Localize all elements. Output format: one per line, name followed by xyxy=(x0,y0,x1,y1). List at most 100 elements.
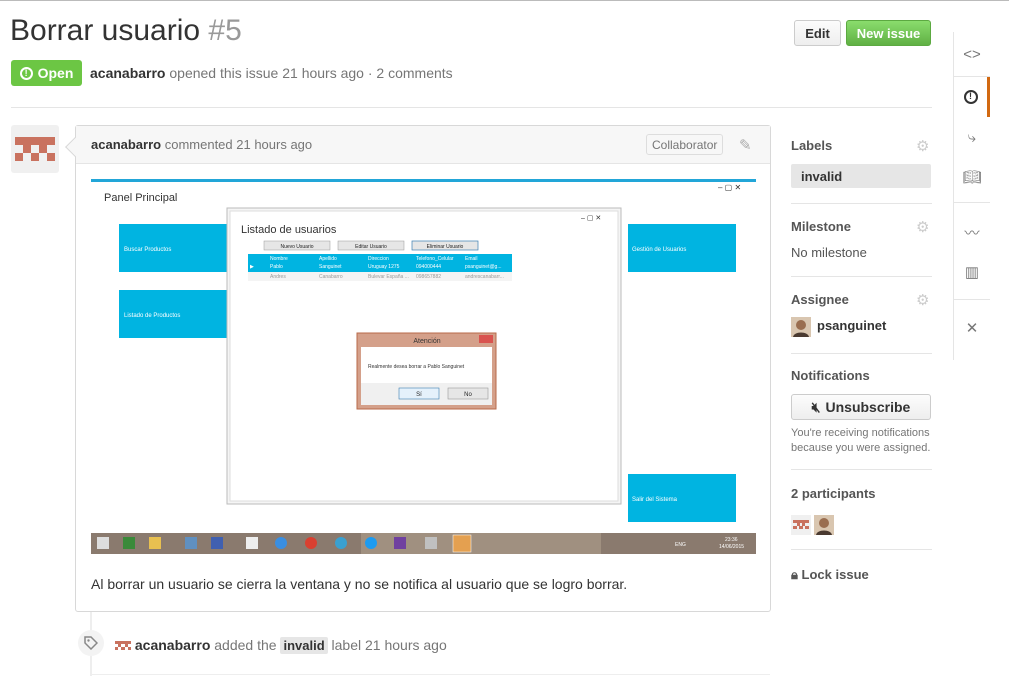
unsubscribe-label: Unsubscribe xyxy=(825,399,911,415)
svg-text:Nombre: Nombre xyxy=(270,256,288,262)
event-actor-link[interactable]: acanabarro xyxy=(135,637,210,653)
nav-divider xyxy=(954,299,990,300)
book-icon[interactable]: 📖︎ xyxy=(954,157,990,197)
issue-meta-text: opened this issue 21 hours ago · 2 comme… xyxy=(169,65,453,81)
notifications-note: You're receiving notifications because y… xyxy=(791,427,931,454)
svg-text:23:36: 23:36 xyxy=(725,537,738,543)
svg-text:Editar Usuario: Editar Usuario xyxy=(355,244,387,250)
gear-icon[interactable]: ⚙ xyxy=(916,137,929,155)
milestone-heading: Milestone xyxy=(791,219,851,234)
pencil-icon[interactable]: ✎ xyxy=(739,136,755,154)
issue-opened-icon: ! xyxy=(19,66,33,80)
collaborator-badge: Collaborator xyxy=(646,134,724,155)
event-post: label 21 hours ago xyxy=(331,637,447,653)
sidebar-divider xyxy=(791,203,932,204)
sidebar-divider xyxy=(791,469,932,470)
avatar[interactable] xyxy=(791,515,811,535)
comment-header: acanabarro commented 21 hours ago Collab… xyxy=(76,126,770,164)
tile-salir: Salir del Sistema xyxy=(632,497,678,503)
new-issue-button[interactable]: New issue xyxy=(846,20,931,46)
lock-label: Lock issue xyxy=(801,567,869,582)
gear-icon[interactable]: ⚙ xyxy=(916,291,929,309)
notifications-heading: Notifications xyxy=(791,368,870,383)
issue-meta: acanabarro opened this issue 21 hours ag… xyxy=(90,65,453,81)
svg-text:Email: Email xyxy=(465,256,478,262)
svg-text:Direccion: Direccion xyxy=(368,256,389,262)
embedded-screenshot[interactable]: – ▢ ✕ Panel Principal Buscar Productos L… xyxy=(91,179,756,554)
tile-gestion: Gestión de Usuarios xyxy=(632,247,686,253)
tile-buscar: Buscar Productos xyxy=(124,247,171,253)
lock-issue-link[interactable]: 🔒︎ Lock issue xyxy=(791,567,869,583)
sidebar-divider xyxy=(791,549,932,550)
edit-button[interactable]: Edit xyxy=(794,20,841,46)
svg-text:Telefono_Celular: Telefono_Celular xyxy=(416,256,454,262)
header-divider xyxy=(11,107,932,108)
screenshot-canvas: – ▢ ✕ Panel Principal Buscar Productos L… xyxy=(91,179,756,554)
tag-icon xyxy=(78,630,104,656)
svg-text:Atención: Atención xyxy=(413,338,440,345)
lock-icon: 🔒︎ xyxy=(791,567,798,582)
avatar[interactable] xyxy=(791,317,811,337)
svg-text:– ▢ ✕: – ▢ ✕ xyxy=(581,215,601,222)
top-border xyxy=(0,0,1009,1)
svg-text:Apellido: Apellido xyxy=(319,256,337,262)
status-badge: ! Open xyxy=(11,60,82,86)
code-icon[interactable]: <> xyxy=(954,34,990,74)
svg-text:Sí: Sí xyxy=(416,392,422,398)
svg-text:psanguinet@g...: psanguinet@g... xyxy=(465,264,502,270)
participants-heading: 2 participants xyxy=(791,486,876,501)
svg-text:▶: ▶ xyxy=(250,264,254,270)
svg-text:14/06/2015: 14/06/2015 xyxy=(719,544,744,550)
sidebar-divider xyxy=(791,276,932,277)
avatar[interactable] xyxy=(814,515,834,535)
svg-text:ENG: ENG xyxy=(675,542,686,548)
svg-text:Pablo: Pablo xyxy=(270,264,283,270)
svg-text:andrescanabarr...: andrescanabarr... xyxy=(465,274,504,280)
svg-text:Bulevar España ...: Bulevar España ... xyxy=(368,274,409,280)
dialog-title: Listado de usuarios xyxy=(241,224,337,236)
svg-text:094000444: 094000444 xyxy=(416,264,441,270)
issue-title: Borrar usuario #5 xyxy=(10,14,242,48)
tools-icon[interactable]: ✕ xyxy=(954,308,990,348)
mute-icon: 🔇︎ xyxy=(811,398,821,415)
event-label-chip[interactable]: invalid xyxy=(280,637,328,654)
svg-text:Nuevo Usuario: Nuevo Usuario xyxy=(280,244,313,250)
repo-nav: <> ! ⤷ 📖︎ 〰 ▥ ✕ xyxy=(953,32,990,360)
comment-box: acanabarro commented 21 hours ago Collab… xyxy=(65,125,771,612)
sidebar-divider xyxy=(791,353,932,354)
pull-request-icon[interactable]: ⤷ xyxy=(954,117,990,157)
label-event: acanabarro added the invalid label 21 ho… xyxy=(115,637,447,654)
comment-time[interactable]: commented 21 hours ago xyxy=(165,137,312,152)
tile-listado: Listado de Productos xyxy=(124,313,180,319)
svg-text:098657882: 098657882 xyxy=(416,274,441,280)
labels-heading: Labels xyxy=(791,138,833,153)
svg-text:Uruguay 1275: Uruguay 1275 xyxy=(368,264,400,270)
label-invalid[interactable]: invalid xyxy=(791,164,931,188)
event-pre: added the xyxy=(214,637,277,653)
comment-author-line: acanabarro commented 21 hours ago xyxy=(91,137,312,152)
status-label: Open xyxy=(37,65,74,81)
assignee-link[interactable]: psanguinet xyxy=(817,318,886,333)
assignee-heading: Assignee xyxy=(791,292,849,307)
svg-text:Eliminar Usuario: Eliminar Usuario xyxy=(427,244,464,250)
panel-title: Panel Principal xyxy=(104,192,177,204)
graph-icon[interactable]: ▥ xyxy=(954,252,990,292)
comment-body: Al borrar un usuario se cierra la ventan… xyxy=(91,576,628,592)
issue-opened-icon[interactable]: ! xyxy=(954,77,990,117)
identicon-icon xyxy=(115,641,131,650)
svg-text:– ▢ ✕: – ▢ ✕ xyxy=(718,183,741,192)
svg-text:Realmente desea borrar a Pablo: Realmente desea borrar a Pablo Sanguinet xyxy=(368,364,465,370)
gear-icon[interactable]: ⚙ xyxy=(916,218,929,236)
identicon-icon xyxy=(15,137,55,161)
avatar[interactable] xyxy=(11,125,59,173)
issue-number: #5 xyxy=(208,14,242,47)
pulse-icon[interactable]: 〰 xyxy=(954,212,990,252)
svg-text:Sanguinet: Sanguinet xyxy=(319,264,342,270)
svg-text:No: No xyxy=(464,392,472,398)
svg-text:Andres: Andres xyxy=(270,274,286,280)
comment-author-link[interactable]: acanabarro xyxy=(91,137,161,152)
issue-author-link[interactable]: acanabarro xyxy=(90,65,165,81)
event-divider xyxy=(90,674,770,675)
unsubscribe-button[interactable]: 🔇︎ Unsubscribe xyxy=(791,394,931,420)
issue-title-text: Borrar usuario xyxy=(10,14,201,47)
